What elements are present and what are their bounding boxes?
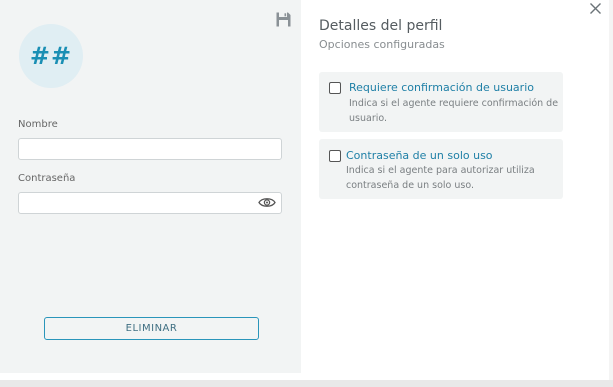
option-card-user-confirmation: Requiere confirmación de usuario Indica … bbox=[319, 72, 563, 132]
avatar: ## bbox=[19, 24, 83, 88]
option-description: Indica si el agente requiere confirmació… bbox=[349, 98, 559, 124]
name-input[interactable] bbox=[18, 138, 282, 160]
option-title[interactable]: Requiere confirmación de usuario bbox=[349, 81, 534, 94]
section-subtitle: Opciones configuradas bbox=[319, 38, 445, 51]
section-title: Detalles del perfil bbox=[319, 18, 443, 34]
user-confirmation-checkbox[interactable] bbox=[329, 82, 341, 94]
eye-icon[interactable] bbox=[258, 196, 276, 209]
name-label: Nombre bbox=[18, 119, 58, 130]
delete-button[interactable]: ELIMINAR bbox=[44, 317, 259, 340]
one-time-password-checkbox[interactable] bbox=[329, 150, 341, 162]
bottom-bar bbox=[0, 380, 613, 387]
password-label: Contraseña bbox=[18, 173, 76, 184]
password-input[interactable] bbox=[18, 192, 282, 214]
option-card-one-time-password: Contraseña de un solo uso Indica si el a… bbox=[319, 139, 563, 199]
profile-panel: ## Nombre Contraseña ELIMINAR bbox=[0, 0, 301, 373]
option-title[interactable]: Contraseña de un solo uso bbox=[346, 149, 493, 162]
save-icon[interactable] bbox=[275, 11, 292, 28]
option-description: Indica si el agente para autorizar utili… bbox=[346, 165, 535, 191]
close-icon[interactable] bbox=[589, 2, 602, 15]
scroll-edge bbox=[609, 0, 613, 380]
